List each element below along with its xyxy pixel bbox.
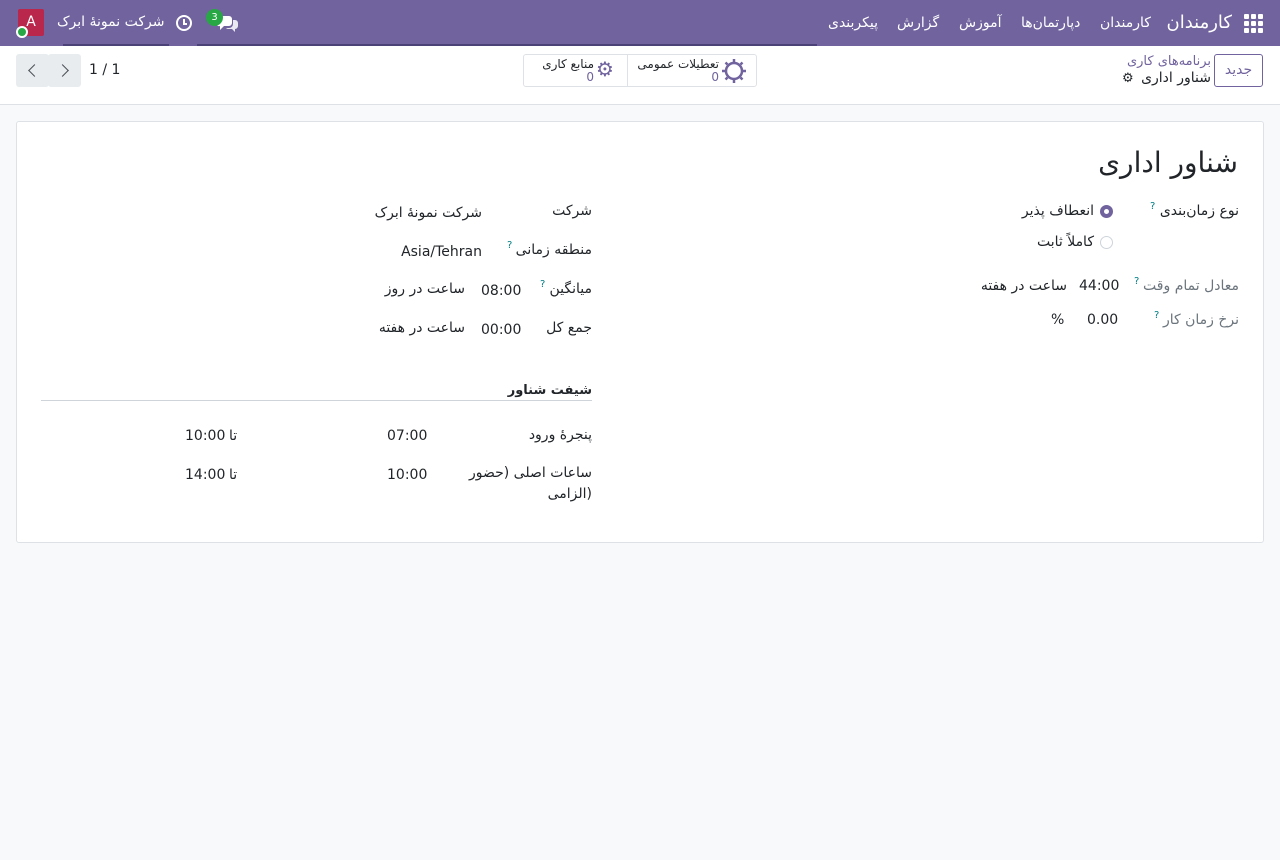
- core-hours-from[interactable]: 10:00: [387, 467, 427, 483]
- record-title[interactable]: شناور اداری: [1098, 146, 1238, 179]
- help-icon[interactable]: ?: [507, 240, 512, 251]
- apps-grid-icon[interactable]: [1244, 14, 1264, 33]
- work-time-rate-value[interactable]: 0.00: [1087, 312, 1118, 328]
- menu-employees[interactable]: کارمندان: [1100, 15, 1151, 31]
- full-time-equiv-value[interactable]: 44:00: [1079, 278, 1119, 294]
- work-time-rate-unit: %: [1051, 312, 1065, 328]
- top-navbar: [0, 0, 1280, 46]
- public-holidays-title: تعطیلات عمومی: [637, 57, 719, 71]
- check-in-from[interactable]: 07:00: [387, 428, 427, 444]
- help-icon[interactable]: ?: [1134, 276, 1139, 287]
- pager-next-button[interactable]: [48, 54, 81, 87]
- menu-departments[interactable]: دپارتمان‌ها: [1021, 15, 1080, 31]
- breadcrumb-current: شناور اداری: [1141, 70, 1211, 86]
- average-value: 08:00: [481, 283, 522, 299]
- work-resources-count: 0: [586, 70, 594, 84]
- work-resources-button[interactable]: ⚙ منابع کاری 0: [524, 55, 627, 86]
- full-time-equiv-unit: ساعت در هفته: [980, 278, 1067, 294]
- section-separator: [41, 400, 592, 401]
- average-unit: ساعت در روز: [384, 281, 465, 297]
- company-value[interactable]: شرکت نمونهٔ ابرک: [375, 205, 482, 221]
- chevron-right-icon: [56, 64, 69, 77]
- average-label: میانگین: [549, 281, 593, 297]
- breadcrumb-parent[interactable]: برنامه‌های کاری: [1127, 54, 1211, 69]
- radio-flexible[interactable]: [1100, 205, 1113, 218]
- total-unit: ساعت در هفته: [378, 320, 465, 336]
- radio-fixed[interactable]: [1100, 236, 1113, 249]
- public-holidays-count: 0: [711, 70, 719, 84]
- check-in-to[interactable]: 10:00: [185, 428, 225, 444]
- menu-configuration[interactable]: پیکربندی: [828, 15, 878, 31]
- total-label: جمع کل: [546, 320, 592, 336]
- core-hours-label-line2: الزامی): [547, 486, 592, 502]
- gear-icon[interactable]: ⚙: [1122, 71, 1134, 86]
- core-hours-to-label: تا: [229, 467, 238, 483]
- total-value: 00:00: [481, 322, 522, 338]
- pager-value[interactable]: 1 / 1: [89, 62, 120, 78]
- core-hours-to[interactable]: 14:00: [185, 467, 225, 483]
- company-switcher[interactable]: شرکت نمونهٔ ابرک: [57, 14, 164, 30]
- option-flexible-label[interactable]: انعطاف پذیر: [1022, 203, 1094, 219]
- clock-icon[interactable]: [176, 15, 192, 31]
- check-in-to-label: تا: [229, 428, 238, 444]
- chevron-left-icon: [28, 64, 41, 77]
- help-icon[interactable]: ?: [1154, 310, 1159, 321]
- company-label: شرکت: [552, 203, 592, 219]
- chat-badge: 3: [206, 9, 223, 26]
- option-fixed-label[interactable]: کاملاً ثابت: [1037, 234, 1094, 250]
- help-icon[interactable]: ?: [540, 279, 545, 290]
- menu-learning[interactable]: آموزش: [959, 15, 1001, 31]
- public-holidays-button[interactable]: تعطیلات عمومی 0: [628, 55, 756, 86]
- app-brand[interactable]: کارمندان: [1167, 12, 1233, 33]
- new-button[interactable]: جدید: [1214, 54, 1263, 87]
- sun-icon: [722, 59, 746, 83]
- full-time-equiv-label: معادل تمام وقت: [1143, 278, 1239, 294]
- work-time-rate-label: نرخ زمان کار: [1162, 312, 1239, 328]
- schedule-type-label: نوع زمان‌بندی: [1159, 203, 1239, 219]
- cogs-icon: ⚙: [596, 57, 614, 81]
- pager-previous-button[interactable]: [16, 54, 49, 87]
- work-resources-title: منابع کاری: [542, 57, 594, 71]
- online-status-icon: [16, 26, 28, 38]
- check-in-window-label: پنجرهٔ ورود: [528, 427, 592, 443]
- flex-shift-title: شیفت شناور: [507, 383, 592, 398]
- timezone-value[interactable]: Asia/Tehran: [401, 244, 482, 260]
- core-hours-label-line1: ساعات اصلی (حضور: [468, 465, 592, 481]
- timezone-label: منطقه زمانی: [515, 242, 592, 258]
- help-icon[interactable]: ?: [1150, 201, 1155, 212]
- menu-reporting[interactable]: گزارش: [897, 15, 939, 31]
